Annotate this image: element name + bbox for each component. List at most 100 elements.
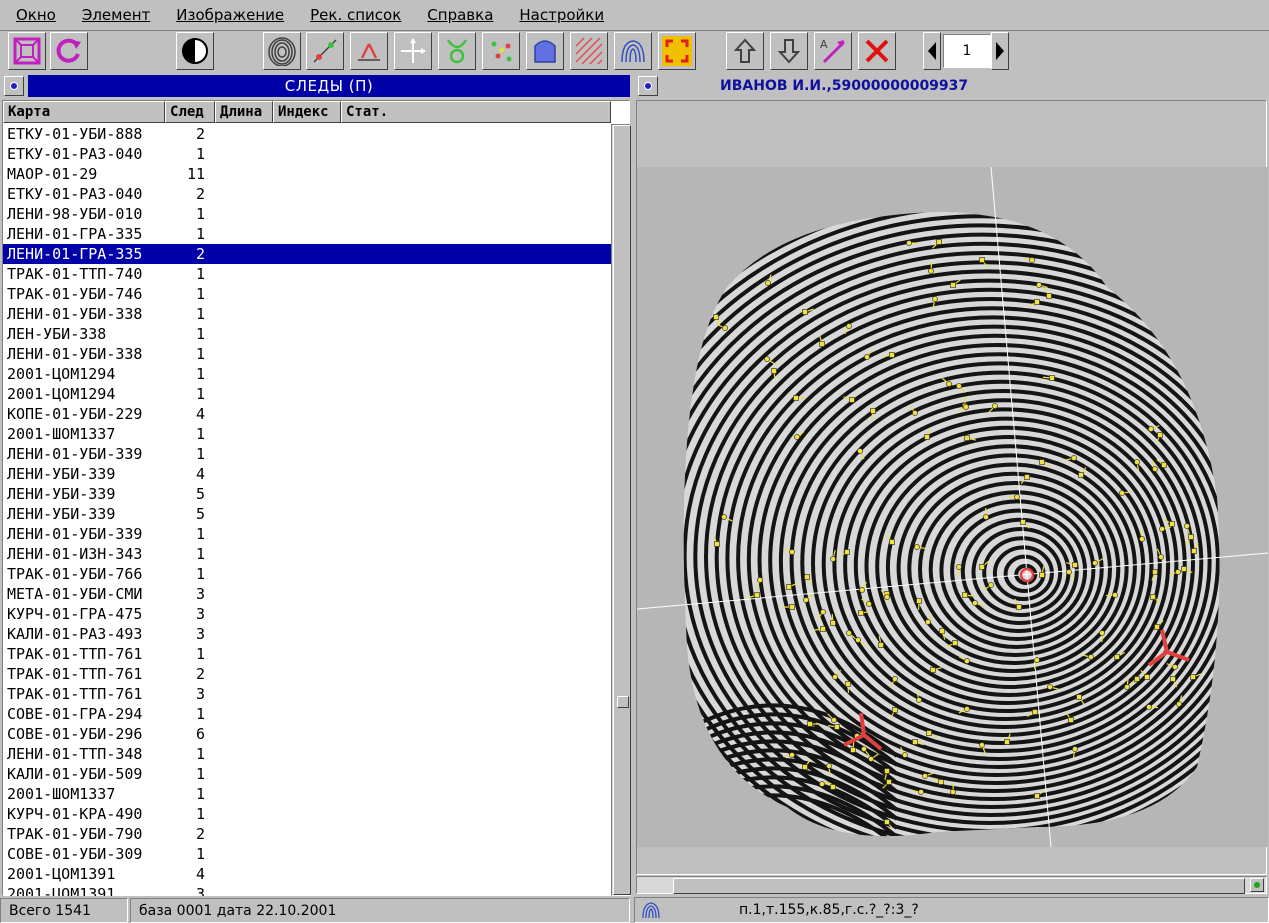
- relabel-button[interactable]: A: [814, 32, 852, 70]
- table-row[interactable]: СОВЕ-01-ГРА-294 1: [3, 704, 611, 724]
- table-row[interactable]: КУРЧ-01-ГРА-475 3: [3, 604, 611, 624]
- column-header-stat[interactable]: Стат.: [341, 101, 611, 123]
- table-row[interactable]: ТРАК-01-ТТП-761 1: [3, 644, 611, 664]
- menu-rec-list[interactable]: Рек. список: [310, 6, 401, 24]
- menu-image[interactable]: Изображение: [176, 6, 284, 24]
- table-row[interactable]: ТРАК-01-ТТП-740 1: [3, 264, 611, 284]
- table-row[interactable]: ЛЕНИ-УБИ-339 5: [3, 484, 611, 504]
- column-header-length[interactable]: Длина: [215, 101, 273, 123]
- table-row[interactable]: ЕТКУ-01-РАЗ-040 2: [3, 184, 611, 204]
- scroll-grip-icon: [617, 696, 629, 708]
- select-frame-button[interactable]: [8, 32, 46, 70]
- table-row[interactable]: ЛЕНИ-01-УБИ-339 1: [3, 444, 611, 464]
- fingerprint-viewer[interactable]: [636, 100, 1268, 875]
- page-number-field[interactable]: 1: [943, 34, 991, 68]
- trace-cell: 1: [195, 705, 205, 723]
- table-row[interactable]: ЛЕНИ-98-УБИ-010 1: [3, 204, 611, 224]
- table-row[interactable]: КУРЧ-01-КРА-490 1: [3, 804, 611, 824]
- menu-settings[interactable]: Настройки: [519, 6, 604, 24]
- contrast-button[interactable]: [176, 32, 214, 70]
- table-row[interactable]: ЛЕН-УБИ-338 1: [3, 324, 611, 344]
- fingerprint-image[interactable]: [637, 167, 1268, 847]
- table-row[interactable]: 2001-ШОМ1337 1: [3, 424, 611, 444]
- move-down-button[interactable]: [770, 32, 808, 70]
- table-row[interactable]: 2001-ЦОМ1294 1: [3, 364, 611, 384]
- delete-button[interactable]: [858, 32, 896, 70]
- table-row[interactable]: ЛЕНИ-01-ГРА-335 1: [3, 224, 611, 244]
- table-row[interactable]: МАОР-01-29 11: [3, 164, 611, 184]
- card-cell: КАЛИ-01-УБИ-509: [7, 765, 143, 783]
- card-cell: ЛЕНИ-УБИ-339: [7, 505, 116, 523]
- horizontal-scrollbar[interactable]: [636, 876, 1267, 894]
- next-page-button[interactable]: [991, 32, 1009, 70]
- table-row[interactable]: 2001-ЦОМ1391 4: [3, 864, 611, 884]
- table-row[interactable]: КАЛИ-01-РАЗ-493 3: [3, 624, 611, 644]
- column-header-trace[interactable]: След: [165, 101, 215, 123]
- blue-print-button[interactable]: [614, 32, 652, 70]
- scrollbar-thumb[interactable]: [613, 125, 631, 895]
- table-row[interactable]: 2001-ЦОМ1294 1: [3, 384, 611, 404]
- column-header-index[interactable]: Индекс: [273, 101, 341, 123]
- menu-window[interactable]: Окно: [16, 6, 56, 24]
- trace-cell: 1: [195, 785, 205, 803]
- next-page-icon: [996, 42, 1004, 60]
- scroll-end-button[interactable]: [1250, 878, 1264, 892]
- table-row[interactable]: ТРАК-01-УБИ-766 1: [3, 564, 611, 584]
- image-info-text: п.1,т.155,к.85,г.с.?_?:3_?: [739, 902, 919, 918]
- pin-button[interactable]: [4, 76, 24, 96]
- card-cell: ЛЕНИ-01-ГРА-335: [7, 225, 143, 243]
- minutiae-button[interactable]: [306, 32, 344, 70]
- table-row[interactable]: ЛЕНИ-01-ГРА-335 2: [3, 244, 611, 264]
- move-up-button[interactable]: [726, 32, 764, 70]
- table-row[interactable]: КОПЕ-01-УБИ-229 4: [3, 404, 611, 424]
- menu-element[interactable]: Элемент: [82, 6, 150, 24]
- pin-button-right[interactable]: [638, 76, 658, 96]
- table-row[interactable]: ЛЕНИ-01-УБИ-339 1: [3, 524, 611, 544]
- corners-button[interactable]: [658, 32, 696, 70]
- card-cell: КАЛИ-01-РАЗ-493: [7, 625, 143, 643]
- table-row[interactable]: КАЛИ-01-УБИ-509 1: [3, 764, 611, 784]
- trace-cell: 1: [195, 345, 205, 363]
- table-row[interactable]: ЛЕНИ-01-ТТП-348 1: [3, 744, 611, 764]
- trace-cell: 4: [195, 465, 205, 483]
- table-row[interactable]: ЛЕНИ-01-УБИ-338 1: [3, 304, 611, 324]
- h-scrollbar-thumb[interactable]: [673, 878, 1245, 894]
- table-row[interactable]: ЛЕНИ-01-УБИ-338 1: [3, 344, 611, 364]
- delta-button[interactable]: [350, 32, 388, 70]
- trace-cell: 1: [195, 225, 205, 243]
- table-row[interactable]: ЛЕНИ-УБИ-339 5: [3, 504, 611, 524]
- table-row[interactable]: 2001-ЦОМ1391 3: [3, 884, 611, 896]
- prev-page-button[interactable]: [923, 32, 941, 70]
- area-icon: [534, 40, 556, 63]
- table-row[interactable]: ТРАК-01-УБИ-790 2: [3, 824, 611, 844]
- table-row[interactable]: ЕТКУ-01-УБИ-888 2: [3, 124, 611, 144]
- table-row[interactable]: СОВЕ-01-УБИ-296 6: [3, 724, 611, 744]
- card-cell: 2001-ШОМ1337: [7, 425, 116, 443]
- move-button[interactable]: [394, 32, 432, 70]
- trace-cell: 4: [195, 865, 205, 883]
- card-cell: ЛЕНИ-98-УБИ-010: [7, 205, 143, 223]
- table-row[interactable]: ТРАК-01-УБИ-746 1: [3, 284, 611, 304]
- table-row[interactable]: СОВЕ-01-УБИ-309 1: [3, 844, 611, 864]
- menu-help[interactable]: Справка: [427, 6, 493, 24]
- table-row[interactable]: ТРАК-01-ТТП-761 2: [3, 664, 611, 684]
- ridge-button[interactable]: [263, 32, 301, 70]
- core-button[interactable]: [438, 32, 476, 70]
- card-cell: ЛЕНИ-01-ТТП-348: [7, 745, 143, 763]
- refresh-button[interactable]: [50, 32, 88, 70]
- trace-cell: 2: [195, 185, 205, 203]
- table-row[interactable]: ЛЕНИ-УБИ-339 4: [3, 464, 611, 484]
- card-cell: ЛЕНИ-01-УБИ-339: [7, 525, 143, 543]
- area-button[interactable]: [526, 32, 564, 70]
- table-row[interactable]: ЕТКУ-01-РАЗ-040 1: [3, 144, 611, 164]
- points-button[interactable]: [482, 32, 520, 70]
- table-row[interactable]: ЛЕНИ-01-ИЗН-343 1: [3, 544, 611, 564]
- card-cell: ТРАК-01-ТТП-761: [7, 645, 143, 663]
- table-row[interactable]: ТРАК-01-ТТП-761 3: [3, 684, 611, 704]
- card-cell: ТРАК-01-УБИ-746: [7, 285, 143, 303]
- vertical-scrollbar[interactable]: [611, 124, 631, 896]
- table-row[interactable]: 2001-ШОМ1337 1: [3, 784, 611, 804]
- hatch-button[interactable]: [570, 32, 608, 70]
- column-header-card[interactable]: Карта: [3, 101, 165, 123]
- table-row[interactable]: МЕТА-01-УБИ-СМИ 3: [3, 584, 611, 604]
